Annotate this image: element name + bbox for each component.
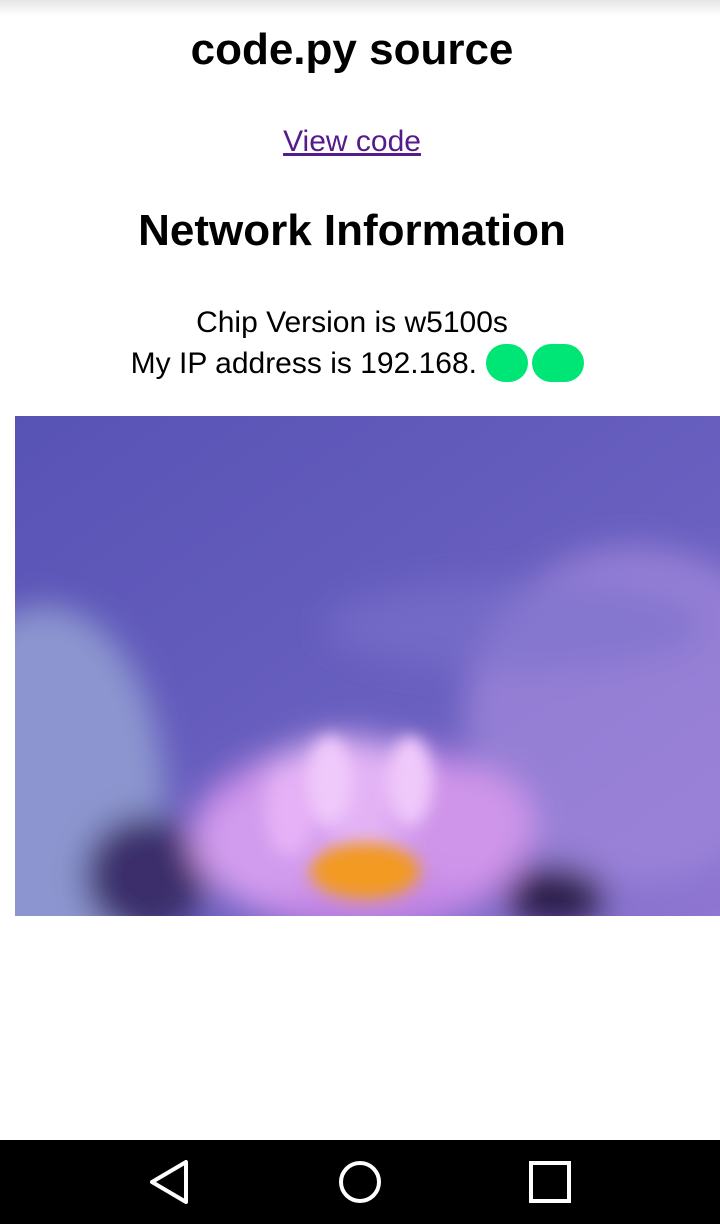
lotus-flower-photo — [15, 416, 720, 916]
chip-version-text: Chip Version is w5100s — [196, 306, 508, 339]
ip-address-text: My IP address is 192.168. — [130, 347, 477, 380]
home-button[interactable] — [336, 1158, 384, 1206]
recents-button[interactable] — [526, 1158, 574, 1206]
ip-address-line: My IP address is 192.168.. — [0, 343, 704, 384]
redaction-mark — [485, 344, 528, 382]
lotus-flower-image — [15, 416, 720, 916]
toolbar-shadow — [0, 0, 720, 16]
redaction-mark — [531, 344, 584, 382]
android-navigation-bar — [0, 1140, 720, 1224]
browser-viewport: code.py source View code Network Informa… — [0, 0, 720, 1140]
back-triangle-icon — [150, 1160, 188, 1204]
view-code-container: View code — [0, 122, 704, 162]
network-info-text: Chip Version is w5100s My IP address is … — [0, 302, 704, 384]
page-title: code.py source — [190, 25, 514, 74]
home-circle-icon — [339, 1161, 381, 1203]
recents-square-icon — [529, 1161, 571, 1203]
ip-address-text-wrap: My IP address is 192.168.. — [130, 343, 584, 384]
back-button[interactable] — [146, 1158, 194, 1206]
network-information-heading: Network Information — [138, 206, 566, 255]
view-code-link[interactable]: View code — [283, 125, 421, 158]
